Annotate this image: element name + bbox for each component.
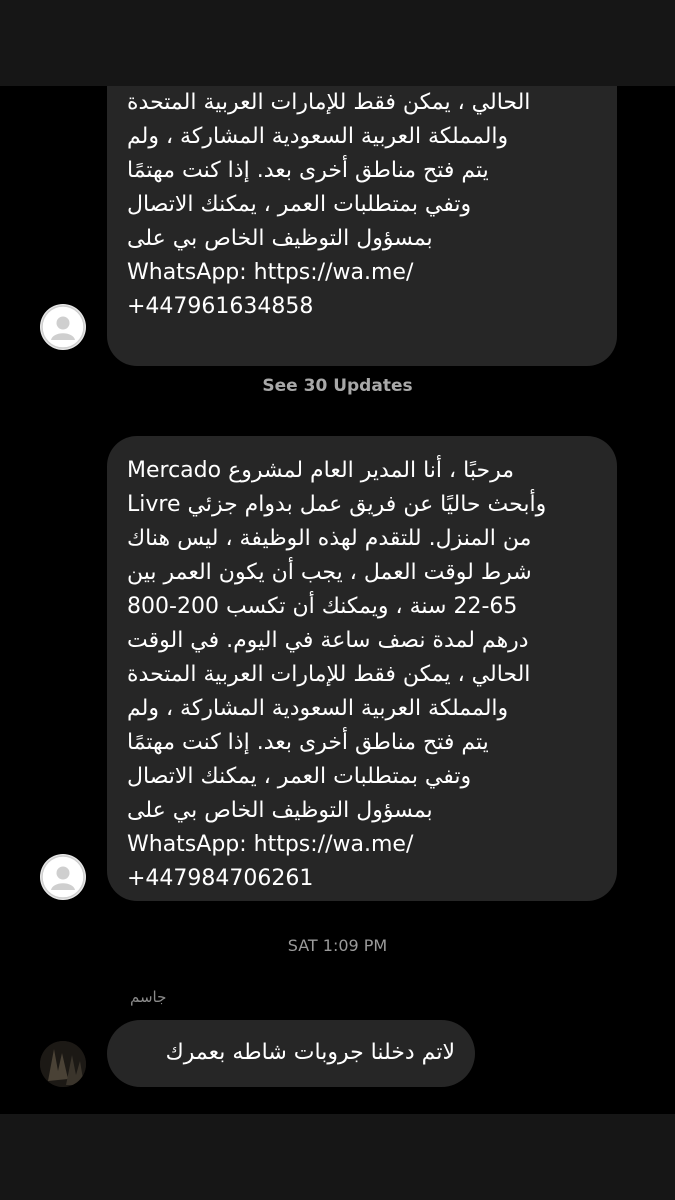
- person-icon: [41, 305, 85, 349]
- avatar-photo: [40, 1041, 86, 1087]
- default-avatar-icon[interactable]: [40, 304, 86, 350]
- user-avatar-icon[interactable]: [40, 1041, 86, 1087]
- message-bubble[interactable]: الحالي ، يمكن فقط للإمارات العربية المتح…: [107, 86, 617, 366]
- see-updates-link[interactable]: See 30 Updates: [0, 376, 675, 396]
- message-timestamp: SAT 1:09 PM: [287, 936, 388, 955]
- status-bar-area: [0, 0, 675, 86]
- composer-area: [0, 1114, 675, 1200]
- message-bubble[interactable]: مرحبًا ، أنا المدير العام لمشروع Mercado…: [107, 436, 617, 901]
- chat-thread[interactable]: الحالي ، يمكن فقط للإمارات العربية المتح…: [0, 86, 675, 1114]
- sender-name: جاسم: [130, 988, 167, 1006]
- person-icon: [41, 855, 85, 899]
- default-avatar-icon[interactable]: [40, 854, 86, 900]
- message-text: لاتم دخلنا جروبات شاطه بعمرك: [165, 1040, 455, 1065]
- message-text: الحالي ، يمكن فقط للإمارات العربية المتح…: [127, 90, 531, 319]
- message-text: مرحبًا ، أنا المدير العام لمشروع Mercado…: [127, 458, 547, 891]
- message-bubble[interactable]: لاتم دخلنا جروبات شاطه بعمرك: [107, 1020, 475, 1087]
